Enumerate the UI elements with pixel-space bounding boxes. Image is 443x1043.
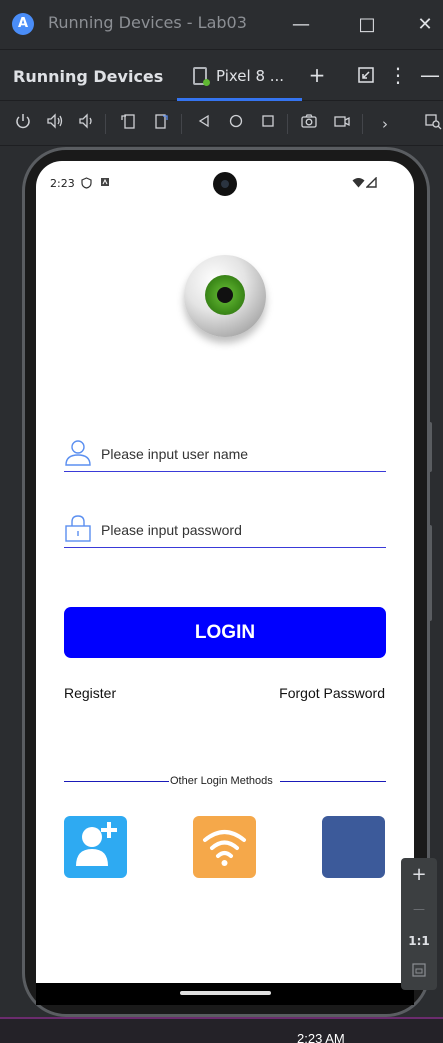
- toolbar-divider: [105, 114, 106, 134]
- zoom-search-icon[interactable]: [421, 112, 443, 136]
- window-title: Running Devices - Lab03: [48, 13, 247, 32]
- zoom-controls: + — 1:1: [401, 858, 437, 990]
- add-user-login-button[interactable]: [64, 816, 127, 878]
- actual-size-button[interactable]: 1:1: [401, 926, 437, 956]
- close-button[interactable]: ✕: [410, 10, 440, 40]
- minimize-button[interactable]: —: [286, 10, 316, 40]
- wifi-status-icon: [352, 177, 365, 191]
- rotate-left-icon[interactable]: [116, 112, 140, 136]
- lock-icon: [64, 514, 92, 544]
- eye-pupil: [217, 287, 233, 303]
- forgot-password-link[interactable]: Forgot Password: [279, 685, 385, 701]
- tab-label: Pixel 8 ...: [216, 67, 285, 85]
- register-link[interactable]: Register: [64, 685, 116, 701]
- add-device-button[interactable]: +: [304, 62, 330, 88]
- taskbar-clock: 2:23 AM: [297, 1031, 345, 1043]
- more-tools-button[interactable]: ›: [373, 112, 397, 136]
- wifi-icon: [203, 830, 246, 866]
- maximize-button[interactable]: □: [352, 10, 382, 40]
- eye-iris: [205, 275, 245, 315]
- login-button[interactable]: LOGIN: [64, 607, 386, 658]
- front-camera: [213, 172, 237, 196]
- window-title-bar: A Running Devices - Lab03 — □ ✕: [0, 0, 443, 50]
- rotate-right-icon[interactable]: [149, 112, 173, 136]
- third-login-button[interactable]: [322, 816, 385, 878]
- password-input[interactable]: [101, 519, 381, 541]
- add-user-icon: [76, 822, 117, 866]
- username-field[interactable]: [64, 438, 386, 472]
- back-icon[interactable]: [192, 112, 216, 136]
- user-icon: [64, 438, 92, 468]
- screen-record-icon[interactable]: [330, 112, 354, 136]
- tab-pixel-8[interactable]: Pixel 8 ...: [177, 51, 302, 101]
- power-icon[interactable]: [11, 112, 35, 136]
- zoom-out-button[interactable]: —: [401, 894, 437, 924]
- volume-up-icon[interactable]: [43, 112, 67, 136]
- more-options-button[interactable]: ⋮: [385, 62, 411, 88]
- username-input[interactable]: [101, 443, 381, 465]
- divider-left: [64, 781, 169, 782]
- phone-power-button: [427, 422, 432, 472]
- toolbar-divider: [181, 114, 182, 134]
- divider-right: [280, 781, 386, 782]
- wifi-login-button[interactable]: [193, 816, 256, 878]
- status-bar-time: 2:23: [50, 177, 75, 190]
- eye-logo: [184, 255, 266, 337]
- toolbar-divider: [287, 114, 288, 134]
- password-field[interactable]: [64, 514, 386, 548]
- phone-volume-rocker: [427, 525, 432, 621]
- tool-window-header: Running Devices Pixel 8 ... + ⋮ —: [0, 51, 443, 101]
- gesture-home-bar[interactable]: [180, 991, 271, 995]
- toolbar-divider: [362, 114, 363, 134]
- overview-icon[interactable]: [256, 112, 280, 136]
- signal-icon: [365, 176, 377, 191]
- notification-icon: [100, 177, 110, 190]
- os-taskbar: 2:23 AM: [0, 1017, 443, 1043]
- volume-down-icon[interactable]: [74, 112, 98, 136]
- restore-layout-button[interactable]: [353, 62, 379, 88]
- screenshot-icon[interactable]: [297, 112, 321, 136]
- android-studio-logo-icon: A: [12, 13, 34, 35]
- device-toolbar: ›: [0, 102, 443, 146]
- fit-screen-icon[interactable]: [401, 958, 437, 988]
- running-indicator-icon: [203, 79, 210, 86]
- zoom-in-button[interactable]: +: [401, 860, 437, 890]
- phone-screen[interactable]: 2:23 LOGIN Register Forgot Password Othe…: [36, 161, 414, 983]
- home-icon[interactable]: [224, 112, 248, 136]
- tool-window-title: Running Devices: [13, 67, 164, 86]
- shield-icon: [81, 177, 92, 192]
- other-login-methods-label: Other Login Methods: [170, 775, 273, 787]
- hide-panel-button[interactable]: —: [417, 62, 443, 88]
